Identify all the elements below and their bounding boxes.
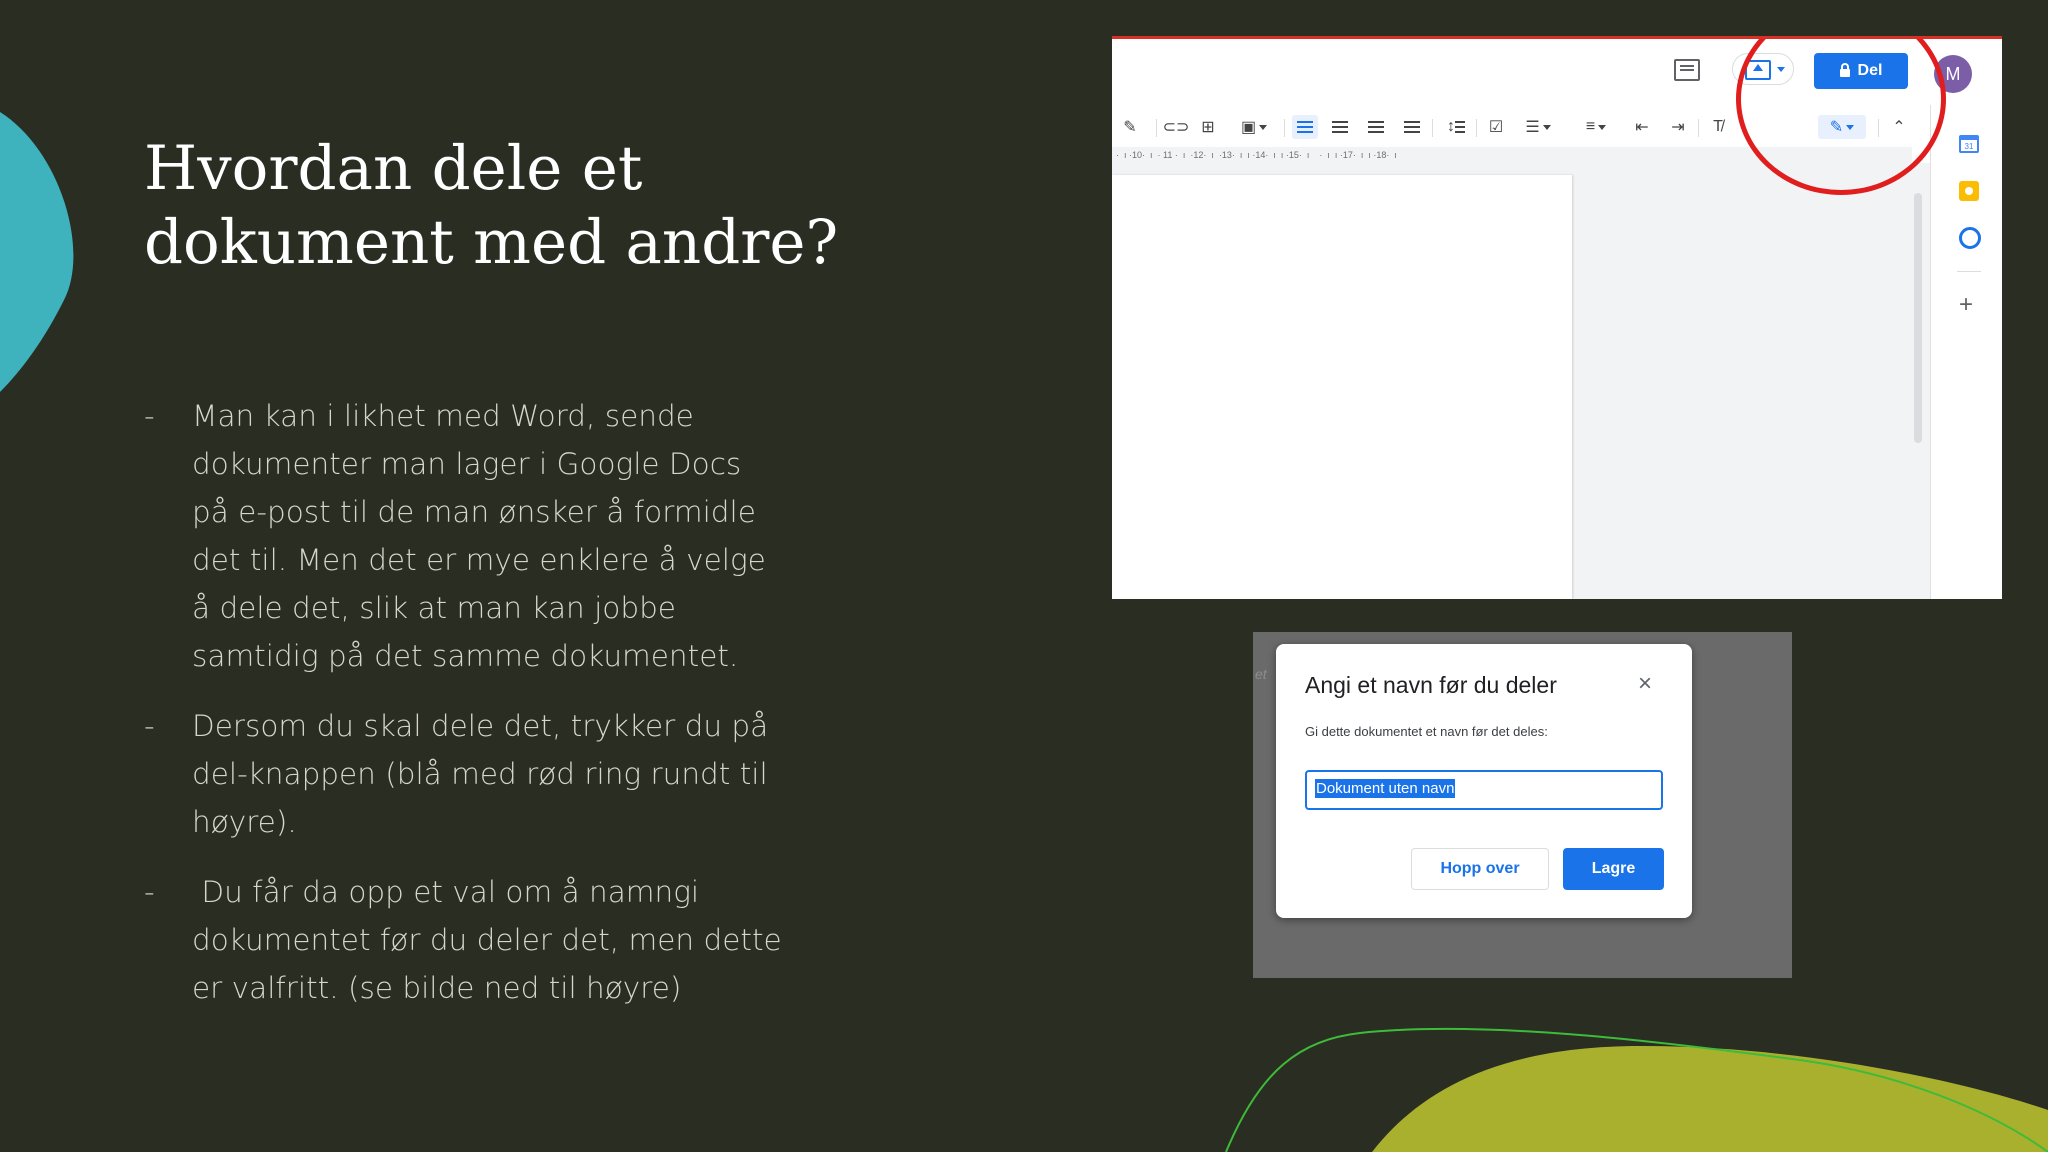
bullet-text: Man kan i likhet med Word, sende dokumen… <box>192 399 766 673</box>
checklist-icon[interactable]: ☑ <box>1484 115 1508 139</box>
slide-title: Hvordan dele et dokument med andre? <box>144 133 839 278</box>
comment-history-icon[interactable] <box>1674 59 1700 81</box>
document-canvas <box>1112 163 1930 599</box>
calendar-icon[interactable]: 31 <box>1959 135 1979 153</box>
document-page[interactable] <box>1112 175 1572 599</box>
bullet-list: - Man kan i likhet med Word, sende dokume… <box>144 392 784 1034</box>
save-button[interactable]: Lagre <box>1563 848 1664 890</box>
add-icon[interactable]: + <box>1959 293 1973 317</box>
bullet-marker: - <box>144 709 155 743</box>
clear-formatting-icon[interactable]: T̸ <box>1706 115 1730 139</box>
close-icon[interactable]: × <box>1638 670 1652 698</box>
add-comment-icon[interactable]: ⊞ <box>1198 115 1218 139</box>
docs-screenshot: Del M ✎ ⊂⊃ ⊞ ▣ ↕ ☑ ☰ ≡ ⇤ ⇥ T̸ ✎ ⌃ · ı ·1… <box>1112 36 2002 599</box>
dialog-description: Gi dette dokumentet et navn før det dele… <box>1305 724 1548 739</box>
dialog-screenshot: et Angi et navn før du deler × Gi dette … <box>1253 632 1792 978</box>
bullet-item: - Du får da opp et val om å namngi dokum… <box>144 868 784 1012</box>
document-name-input[interactable]: Dokument uten navn <box>1305 770 1663 810</box>
bullet-marker: - <box>144 399 155 433</box>
background-text: et <box>1255 666 1267 682</box>
decrease-indent-icon[interactable]: ⇤ <box>1630 115 1654 139</box>
bullet-marker: - <box>144 875 155 909</box>
bullet-text: Du får da opp et val om å namngi dokumen… <box>192 875 792 1005</box>
image-icon[interactable]: ▣ <box>1234 115 1274 139</box>
link-icon[interactable]: ⊂⊃ <box>1163 115 1190 139</box>
increase-indent-icon[interactable]: ⇥ <box>1666 115 1690 139</box>
teal-blob <box>0 112 74 392</box>
paint-format-icon[interactable]: ✎ <box>1120 115 1140 139</box>
side-panel: 31 + <box>1930 105 2002 599</box>
toolbar-divider <box>1156 119 1157 137</box>
bullet-text: Dersom du skal dele det, trykker du på d… <box>192 709 769 839</box>
scrollbar[interactable] <box>1914 193 1922 443</box>
document-name-value: Dokument uten navn <box>1315 779 1456 798</box>
align-left-icon[interactable] <box>1292 115 1318 139</box>
bullet-item: - Dersom du skal dele det, trykker du på … <box>144 702 784 846</box>
bullet-list-icon[interactable]: ☰ <box>1518 115 1558 139</box>
numbered-list-icon[interactable]: ≡ <box>1576 115 1616 139</box>
toolbar-divider <box>1432 119 1433 137</box>
bullet-item: - Man kan i likhet med Word, sende dokume… <box>144 392 784 680</box>
align-center-icon[interactable] <box>1328 115 1352 139</box>
toolbar-divider <box>1698 119 1699 137</box>
line-spacing-icon[interactable]: ↕ <box>1444 115 1468 139</box>
justify-icon[interactable] <box>1400 115 1424 139</box>
side-panel-divider <box>1957 271 1981 272</box>
align-right-icon[interactable] <box>1364 115 1388 139</box>
tasks-icon[interactable] <box>1959 227 1981 249</box>
dialog-title: Angi et navn før du deler <box>1305 672 1557 698</box>
toolbar-divider <box>1284 119 1285 137</box>
skip-button[interactable]: Hopp over <box>1411 848 1549 890</box>
name-dialog: Angi et navn før du deler × Gi dette dok… <box>1276 644 1692 918</box>
toolbar-divider <box>1476 119 1477 137</box>
keep-icon[interactable] <box>1959 181 1979 201</box>
